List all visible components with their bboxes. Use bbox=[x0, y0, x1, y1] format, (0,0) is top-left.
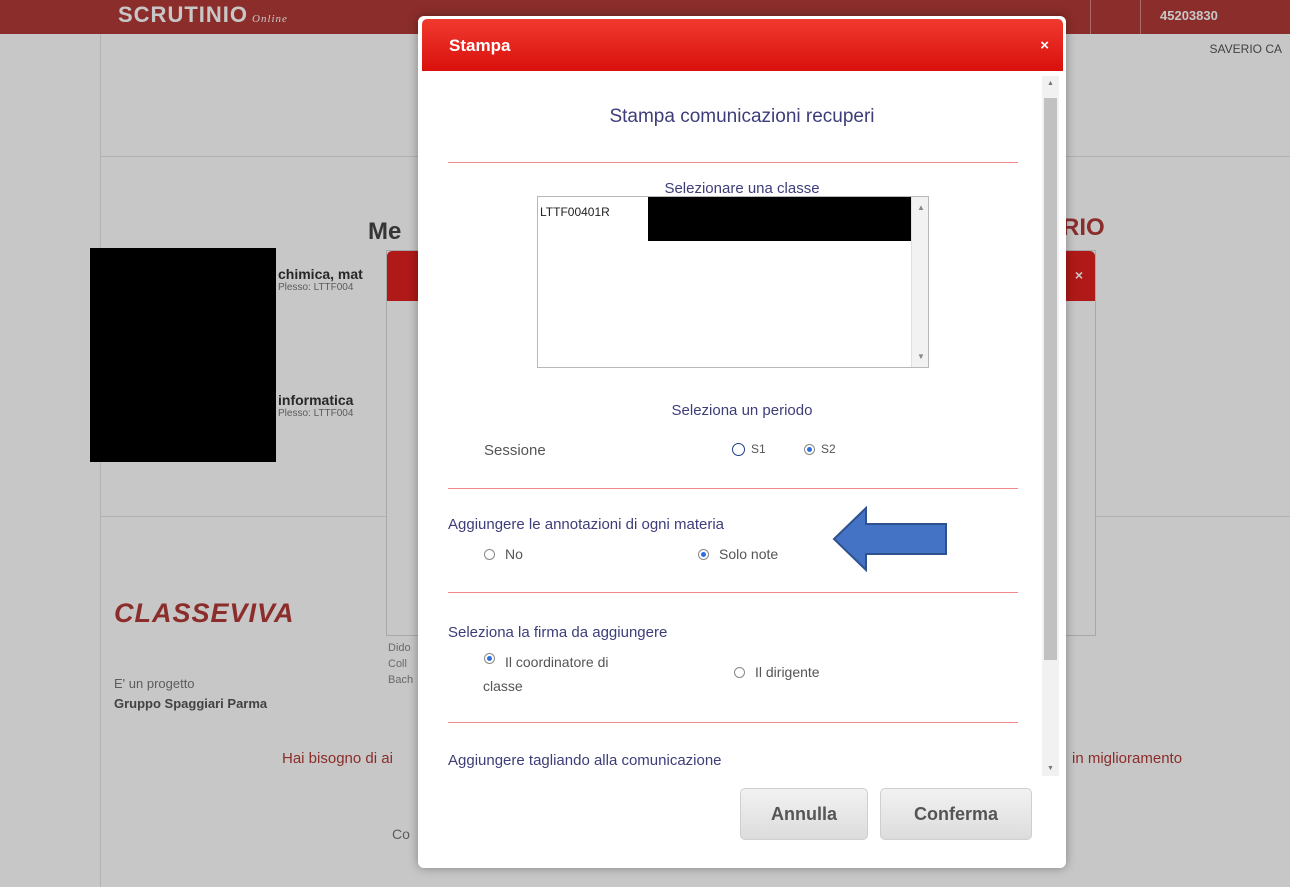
scroll-down-icon[interactable]: ▼ bbox=[917, 352, 925, 361]
class-option[interactable]: LTTF00401R bbox=[540, 205, 610, 219]
close-icon[interactable]: × bbox=[1040, 37, 1049, 54]
coupon-label: Aggiungere tagliando alla comunicazione bbox=[448, 752, 722, 769]
session-label: Sessione bbox=[484, 442, 546, 459]
session-s1-radio[interactable]: S1 bbox=[732, 442, 766, 456]
divider bbox=[448, 162, 1018, 163]
radio-selected-icon bbox=[484, 653, 495, 664]
session-s2-radio[interactable]: S2 bbox=[804, 442, 836, 456]
annotations-solo-note-radio[interactable]: Solo note bbox=[698, 546, 778, 562]
dialog-scrollbar[interactable]: ▲ ▼ bbox=[1042, 76, 1059, 776]
print-dialog: Stampa × Stampa comunicazioni recuperi S… bbox=[418, 16, 1066, 868]
radio-unselected-icon bbox=[734, 666, 745, 678]
divider bbox=[448, 722, 1018, 723]
class-label: Selezionare una classe bbox=[664, 180, 820, 197]
annotations-no-radio[interactable]: No bbox=[484, 546, 523, 562]
divider bbox=[448, 488, 1018, 489]
listbox-scrollbar[interactable]: ▲ ▼ bbox=[911, 197, 928, 367]
divider bbox=[448, 592, 1018, 593]
radio-unselected-icon bbox=[732, 442, 745, 456]
dialog-body: Stampa comunicazioni recuperi Selezionar… bbox=[418, 72, 1066, 776]
signature-label: Seleziona la firma da aggiungere bbox=[448, 624, 668, 641]
annotations-label: Aggiungere le annotazioni di ogni materi… bbox=[448, 516, 725, 533]
redacted-text bbox=[648, 197, 912, 241]
class-listbox[interactable]: LTTF00401R ▲ ▼ bbox=[537, 196, 929, 368]
scroll-up-icon[interactable]: ▲ bbox=[1047, 80, 1054, 87]
signature-director-radio[interactable]: Il dirigente bbox=[734, 664, 820, 680]
radio-selected-icon bbox=[804, 443, 815, 455]
signature-coordinator-radio[interactable]: Il coordinatore di classe bbox=[483, 650, 609, 698]
arrow-left-icon bbox=[832, 506, 947, 572]
dialog-heading: Stampa comunicazioni recuperi bbox=[609, 106, 875, 127]
radio-selected-icon bbox=[698, 548, 709, 560]
confirm-button[interactable]: Conferma bbox=[880, 788, 1032, 840]
period-label: Seleziona un periodo bbox=[671, 402, 813, 419]
radio-unselected-icon bbox=[484, 548, 495, 560]
scroll-thumb[interactable] bbox=[1044, 98, 1057, 660]
scroll-up-icon[interactable]: ▲ bbox=[917, 203, 925, 212]
dialog-title: Stampa bbox=[449, 36, 511, 55]
scroll-down-icon[interactable]: ▼ bbox=[1047, 765, 1054, 772]
cancel-button[interactable]: Annulla bbox=[740, 788, 868, 840]
dialog-header: Stampa × bbox=[422, 19, 1063, 71]
